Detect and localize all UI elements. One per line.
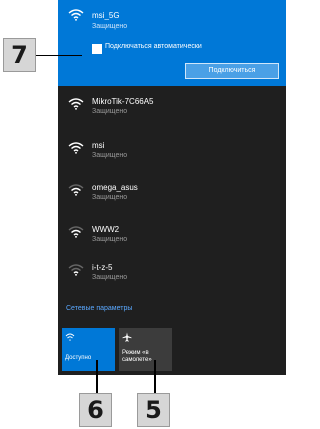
callout-6: 6 bbox=[79, 393, 112, 427]
callout-6-leader bbox=[96, 360, 98, 393]
selected-network-status: Защищено bbox=[92, 23, 128, 30]
wifi-weak-secured-icon bbox=[68, 184, 84, 196]
connect-button[interactable]: Подключиться bbox=[185, 63, 279, 79]
network-list-item[interactable]: WWW2 Защищено bbox=[58, 219, 286, 259]
network-flyout: msi_5G Защищено Подключаться автоматичес… bbox=[58, 0, 286, 375]
wifi-secured-icon bbox=[68, 9, 84, 21]
network-list-item[interactable]: MikroTik-7C66A5 Защищено bbox=[58, 91, 286, 131]
wifi-tile-label: Доступно bbox=[65, 355, 92, 361]
wifi-secured-icon bbox=[68, 142, 84, 154]
network-status: Защищено bbox=[92, 236, 128, 243]
network-list-item[interactable]: omega_asus Защищено bbox=[58, 177, 286, 217]
selected-network-ssid: msi_5G bbox=[92, 11, 120, 20]
network-status: Защищено bbox=[92, 274, 128, 281]
network-status: Защищено bbox=[92, 108, 128, 115]
network-status: Защищено bbox=[92, 152, 128, 159]
auto-connect-checkbox[interactable] bbox=[92, 44, 102, 54]
callout-7: 7 bbox=[3, 38, 36, 72]
network-ssid: WWW2 bbox=[92, 225, 120, 234]
airplane-tile-label: Режим «в самолете» bbox=[122, 350, 152, 363]
network-status: Защищено bbox=[92, 194, 128, 201]
wifi-weak-secured-icon bbox=[68, 226, 84, 238]
wifi-low-secured-icon bbox=[68, 264, 84, 276]
selected-network[interactable]: msi_5G Защищено Подключаться автоматичес… bbox=[58, 0, 286, 86]
wifi-toggle-tile[interactable]: Доступно bbox=[62, 328, 115, 371]
network-ssid: msi bbox=[92, 141, 105, 150]
callout-5: 5 bbox=[137, 393, 170, 427]
network-ssid: i-t-z-5 bbox=[92, 263, 113, 272]
airplane-mode-tile[interactable]: Режим «в самолете» bbox=[119, 328, 172, 371]
network-ssid: omega_asus bbox=[92, 183, 138, 192]
network-settings-link[interactable]: Сетевые параметры bbox=[66, 305, 132, 312]
network-list-item[interactable]: i-t-z-5 Защищено bbox=[58, 257, 286, 297]
wifi-secured-icon bbox=[68, 98, 84, 110]
callout-7-leader bbox=[36, 55, 82, 56]
network-list-item[interactable]: msi Защищено bbox=[58, 135, 286, 175]
callout-5-leader bbox=[154, 360, 156, 393]
airplane-icon bbox=[122, 332, 132, 342]
network-ssid: MikroTik-7C66A5 bbox=[92, 97, 154, 106]
wifi-icon bbox=[65, 333, 75, 341]
auto-connect-label: Подключаться автоматически bbox=[105, 43, 202, 50]
